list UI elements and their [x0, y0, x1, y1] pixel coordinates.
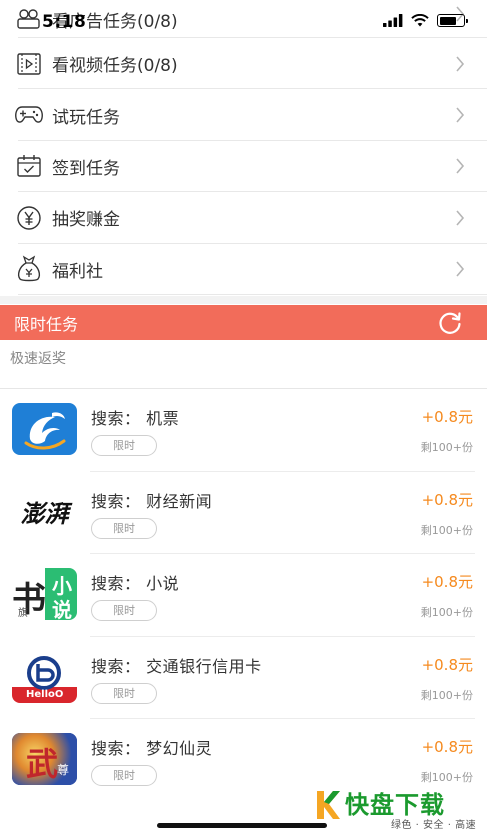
task-remaining: 剩100+份: [420, 441, 473, 454]
limited-time-header: 限时任务: [0, 305, 487, 340]
logo-text: 旗: [18, 608, 28, 620]
chevron-right-icon: [456, 158, 465, 174]
limited-tag: 限时: [91, 765, 157, 787]
task-remaining: 剩100+份: [420, 606, 473, 620]
section-title: 限时任务: [14, 314, 79, 334]
menu-item-ad-tasks[interactable]: 看广告任务(0/8): [0, 0, 487, 38]
gamepad-icon: [14, 100, 44, 130]
task-item[interactable]: HelloO 搜索： 交通银行信用卡 限时 +0.8元 剩100+份: [0, 637, 487, 720]
menu-item-video-tasks[interactable]: 看视频任务(0/8): [0, 38, 487, 90]
watermark-brand: 快盘下载: [345, 791, 445, 819]
yen-coin-icon: [14, 203, 44, 233]
menu-item-label: 看视频任务(0/8): [52, 56, 178, 77]
task-list: 搜索： 机票 限时 +0.8元 剩100+份 澎湃 搜索： 财经新闻 限时 +0…: [0, 389, 487, 802]
chevron-right-icon: [456, 56, 465, 72]
task-menu: 看广告任务(0/8) 看视频任务(0/8) 试玩任务 签到任务 抽奖赚金 福利社: [0, 0, 487, 296]
game-app-logo: 武 尊: [12, 733, 77, 786]
logo-text: 说: [52, 598, 72, 621]
task-name: 搜索： 小说: [91, 574, 180, 594]
refresh-icon[interactable]: [437, 310, 463, 336]
menu-item-checkin-tasks[interactable]: 签到任务: [0, 141, 487, 193]
task-remaining: 剩100+份: [420, 688, 473, 702]
task-reward: +0.8元: [421, 490, 473, 509]
watermark-slogan: 绿色 · 安全 · 高速: [391, 820, 477, 831]
money-bag-icon: [14, 254, 44, 284]
task-item[interactable]: 书 旗 小 说 搜索： 小说 限时 +0.8元 剩100+份: [0, 554, 487, 637]
logo-text: HelloO: [26, 688, 64, 700]
pengpai-app-logo: 澎湃: [12, 485, 77, 538]
task-name: 搜索： 梦幻仙灵: [91, 739, 213, 759]
task-reward: +0.8元: [421, 738, 473, 757]
sub-section-title: 极速返奖: [10, 351, 66, 367]
menu-item-label: 看广告任务(0/8): [52, 11, 178, 32]
dolphin-app-logo: [12, 403, 77, 455]
task-item[interactable]: 澎湃 搜索： 财经新闻 限时 +0.8元 剩100+份: [0, 472, 487, 555]
menu-item-label: 签到任务: [52, 158, 120, 179]
watermark-logo: 快盘下载 绿色 · 安全 · 高速: [315, 785, 481, 831]
task-name: 搜索： 交通银行信用卡: [91, 656, 262, 676]
task-name: 搜索： 机票: [91, 409, 180, 428]
bank-app-logo: HelloO: [12, 650, 77, 703]
video-icon: [14, 49, 44, 79]
calendar-check-icon: [14, 151, 44, 181]
menu-item-lottery[interactable]: 抽奖赚金: [0, 192, 487, 244]
limited-tag: 限时: [91, 682, 157, 704]
limited-tag: 限时: [91, 435, 157, 456]
chevron-right-icon: [456, 210, 465, 226]
task-reward: +0.8元: [421, 573, 473, 592]
task-item[interactable]: 搜索： 机票 限时 +0.8元 剩100+份: [0, 389, 487, 472]
task-name: 搜索： 财经新闻: [91, 491, 213, 511]
logo-text: 澎湃: [20, 499, 69, 529]
menu-item-label: 抽奖赚金: [52, 210, 120, 231]
chevron-right-icon: [456, 261, 465, 277]
section-divider: [0, 296, 487, 304]
menu-item-label: 福利社: [52, 261, 103, 282]
users-icon: [14, 4, 44, 34]
task-remaining: 剩100+份: [420, 771, 473, 785]
logo-text: 尊: [56, 763, 69, 778]
home-indicator[interactable]: [157, 823, 327, 828]
menu-item-welfare[interactable]: 福利社: [0, 244, 487, 296]
menu-item-label: 试玩任务: [52, 107, 120, 128]
task-remaining: 剩100+份: [420, 523, 473, 537]
logo-text: 武: [26, 745, 59, 784]
k-logo-icon: [317, 791, 340, 819]
shuqi-novel-app-logo: 书 旗 小 说: [12, 568, 77, 621]
chevron-right-icon: [456, 6, 465, 22]
limited-tag: 限时: [91, 517, 157, 539]
task-reward: +0.8元: [421, 408, 473, 426]
menu-item-trial-tasks[interactable]: 试玩任务: [0, 89, 487, 142]
limited-tag: 限时: [91, 600, 157, 622]
chevron-right-icon: [456, 107, 465, 123]
task-reward: +0.8元: [421, 655, 473, 674]
